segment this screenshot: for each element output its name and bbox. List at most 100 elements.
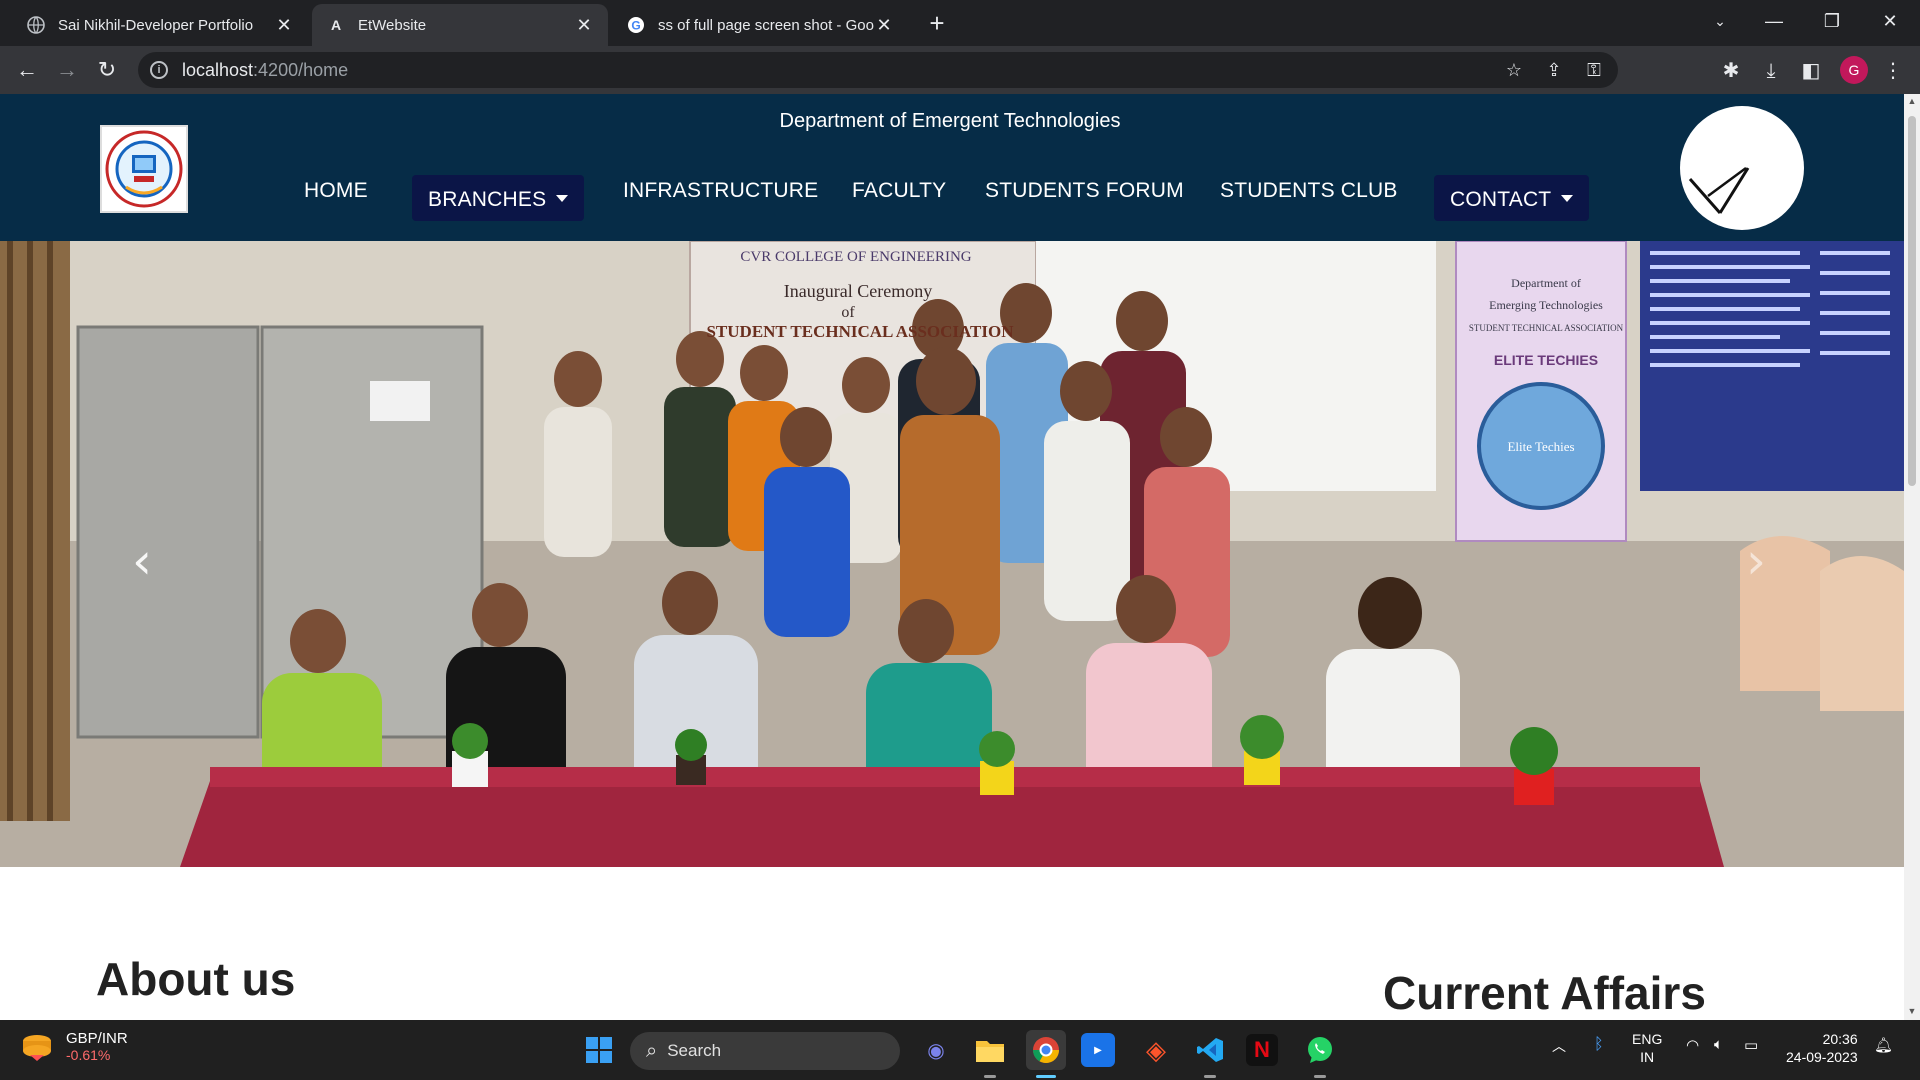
college-logo[interactable] <box>100 125 188 213</box>
tab-title: Sai Nikhil-Developer Portfolio <box>58 16 254 34</box>
menu-icon[interactable]: ⋮ <box>1880 58 1906 84</box>
banner-college-text: CVR COLLEGE OF ENGINEERING <box>740 249 971 265</box>
tab-title: EtWebsite <box>358 16 427 34</box>
reload-icon[interactable]: ↻ <box>92 55 122 85</box>
analog-clock <box>1680 106 1804 230</box>
file-explorer-icon[interactable] <box>970 1030 1010 1070</box>
close-window-button[interactable]: ✕ <box>1870 6 1910 36</box>
share-icon[interactable]: ⇪ <box>1542 58 1566 82</box>
star-icon[interactable]: ☆ <box>1502 58 1526 82</box>
key-icon[interactable]: ⚿ <box>1582 58 1606 82</box>
browser-toolbar: ← → ↻ i localhost:4200/home ⚿ ⇪ ☆ ✱ ⤓ ◧ … <box>0 46 1920 94</box>
minimize-button[interactable]: — <box>1754 6 1794 36</box>
tab-search-icon[interactable]: ⌄ <box>1700 6 1740 36</box>
carousel-next-button[interactable]: › <box>1736 531 1776 591</box>
globe-icon <box>26 15 46 35</box>
hero-carousel: CVR COLLEGE OF ENGINEERING Inaugural Cer… <box>0 241 1904 867</box>
volume-icon[interactable]: 🔈︎ <box>1714 1036 1723 1053</box>
taskbar-search-box[interactable]: ⌕ Search <box>630 1032 900 1070</box>
scroll-up-arrow-icon[interactable]: ▲ <box>1904 96 1920 106</box>
about-us-heading: About us <box>96 953 296 1005</box>
clock-hour-hand <box>1718 167 1750 214</box>
close-icon[interactable]: ✕ <box>574 15 594 36</box>
address-bar[interactable]: i localhost:4200/home ⚿ ⇪ ☆ <box>138 52 1618 88</box>
tab-portfolio[interactable]: Sai Nikhil-Developer Portfolio ✕ <box>12 4 308 46</box>
extensions-icon[interactable]: ✱ <box>1718 58 1744 84</box>
nav-branches-label: BRANCHES <box>428 188 547 211</box>
netflix-icon[interactable]: N <box>1246 1034 1278 1066</box>
chrome-icon[interactable] <box>1026 1030 1066 1070</box>
prime-video-icon[interactable]: ▶ <box>1081 1033 1115 1067</box>
profile-avatar[interactable]: G <box>1840 56 1868 84</box>
battery-icon[interactable]: ▭ <box>1744 1036 1758 1054</box>
nav-infrastructure[interactable]: INFRASTRUCTURE <box>623 169 818 213</box>
url-path: :4200/home <box>253 59 349 80</box>
side-panel-icon[interactable]: ◧ <box>1798 58 1824 84</box>
currency-widget[interactable]: GBP/INR -0.61% <box>20 1030 128 1063</box>
vscode-icon[interactable] <box>1190 1030 1230 1070</box>
site-header: Department of Emergent Technologies HOME… <box>0 94 1904 241</box>
tab-title: ss of full page screen shot - Goo <box>658 16 874 34</box>
back-arrow-icon[interactable]: ← <box>12 55 42 85</box>
scroll-down-arrow-icon[interactable]: ▼ <box>1904 1006 1920 1016</box>
nav-faculty[interactable]: FACULTY <box>852 169 946 213</box>
nav-contact-dropdown[interactable]: CONTACT <box>1434 175 1590 221</box>
tab-etwebsite[interactable]: A EtWebsite ✕ <box>312 4 608 46</box>
notification-icon[interactable]: 🔔︎ <box>1874 1036 1893 1054</box>
search-label: Search <box>667 1041 722 1060</box>
close-icon[interactable]: ✕ <box>874 15 894 36</box>
restore-button[interactable]: ❐ <box>1812 6 1852 36</box>
search-icon: ⌕ <box>646 1039 658 1062</box>
running-indicator <box>1204 1075 1216 1078</box>
brave-browser-icon[interactable]: ◈ <box>1136 1030 1176 1070</box>
browser-tab-bar: Sai Nikhil-Developer Portfolio ✕ A EtWeb… <box>0 0 1920 46</box>
lang-bottom: IN <box>1640 1049 1655 1065</box>
nav-branches-dropdown[interactable]: BRANCHES <box>412 175 585 221</box>
nav-students-forum[interactable]: STUDENTS FORUM <box>985 169 1184 213</box>
running-indicator <box>984 1075 996 1078</box>
banner-ceremony-line2: of <box>841 304 855 321</box>
language-indicator[interactable]: ENG IN <box>1632 1030 1662 1066</box>
active-indicator <box>1036 1075 1056 1078</box>
poster-dept-line1: Department of <box>1511 276 1581 290</box>
taskbar-date: 24-09-2023 <box>1786 1049 1858 1065</box>
download-icon[interactable]: ⤓ <box>1758 58 1784 84</box>
banner-ceremony-line1: Inaugural Ceremony <box>784 281 932 301</box>
clock-minute-hand <box>1688 178 1722 214</box>
tab-google-search[interactable]: G ss of full page screen shot - Goo ✕ <box>612 4 908 46</box>
poster-dept-line2: Emerging Technologies <box>1489 298 1603 312</box>
poster-seal-text: Elite Techies <box>1507 439 1574 454</box>
windows-taskbar: GBP/INR -0.61% ⌕ Search ◉ ▶ ◈ N ︿ ᛒ ENG … <box>0 1020 1920 1080</box>
chevron-up-icon[interactable]: ︿ <box>1552 1036 1566 1056</box>
nav-contact-label: CONTACT <box>1450 188 1552 211</box>
teams-chat-icon[interactable]: ◉ <box>916 1030 956 1070</box>
forward-arrow-icon[interactable]: → <box>52 55 82 85</box>
page-scrollbar[interactable]: ▲ ▼ <box>1904 94 1920 1020</box>
scrollbar-thumb[interactable] <box>1908 116 1916 486</box>
poster-assoc-text: STUDENT TECHNICAL ASSOCIATION <box>1469 323 1624 333</box>
wifi-icon[interactable]: ◠ <box>1686 1036 1699 1054</box>
carousel-prev-button[interactable]: ‹ <box>122 531 162 591</box>
caret-down-icon <box>1561 195 1574 202</box>
google-icon: G <box>626 15 646 35</box>
new-tab-button[interactable]: + <box>922 8 952 38</box>
current-affairs-heading: Current Affairs <box>1383 967 1706 1019</box>
url-host: localhost <box>182 59 254 80</box>
running-indicator <box>1314 1075 1326 1078</box>
currency-change: -0.61% <box>66 1047 111 1063</box>
nav-home[interactable]: HOME <box>304 169 368 213</box>
lang-top: ENG <box>1632 1031 1663 1047</box>
poster-club-text: ELITE TECHIES <box>1494 352 1598 368</box>
department-title: Department of Emergent Technologies <box>779 110 1121 132</box>
windows-start-icon[interactable] <box>579 1030 619 1070</box>
svg-text:G: G <box>631 19 640 33</box>
nav-students-club[interactable]: STUDENTS CLUB <box>1220 169 1398 213</box>
banner-ceremony-line3: STUDENT TECHNICAL ASSOCIATION <box>706 322 1014 341</box>
whatsapp-icon[interactable] <box>1300 1030 1340 1070</box>
currency-coins-icon <box>23 1034 51 1061</box>
web-page: Department of Emergent Technologies HOME… <box>0 94 1904 1020</box>
bluetooth-icon[interactable]: ᛒ <box>1594 1036 1604 1054</box>
site-info-icon[interactable]: i <box>150 61 168 79</box>
clock-date[interactable]: 20:36 24-09-2023 <box>1786 1030 1858 1066</box>
close-icon[interactable]: ✕ <box>274 15 294 36</box>
